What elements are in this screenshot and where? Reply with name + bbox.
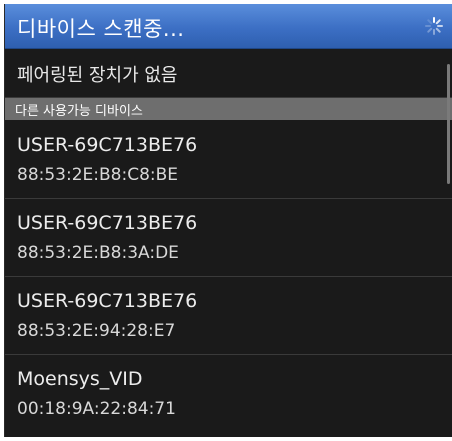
device-name: USER-69C713BE76 (17, 290, 198, 312)
device-list-item[interactable]: USER-69C713BE76 88:53:2E:B8:C8:BE (5, 121, 452, 199)
device-address: 00:18:9A:22:84:71 (17, 399, 176, 419)
device-list-item[interactable]: USER-69C713BE76 88:53:2E:B8:3A:DE (5, 199, 452, 277)
loading-spinner-icon (425, 17, 443, 35)
paired-devices-empty-text: 페어링된 장치가 없음 (17, 65, 178, 86)
available-devices-header-label: 다른 사용가능 디바이스 (15, 104, 143, 119)
device-address: 88:53:2E:B8:3A:DE (17, 243, 179, 263)
device-name: USER-69C713BE76 (17, 134, 198, 156)
device-address: 88:53:2E:94:28:E7 (17, 321, 176, 341)
bluetooth-device-dialog: 디바이스 스캔중... 페어링된 장치가 없음 다른 사용가능 디바이스 USE… (4, 4, 452, 437)
device-address: 88:53:2E:B8:C8:BE (17, 165, 179, 185)
dialog-title: 디바이스 스캔중... (17, 17, 185, 41)
list-scrollbar[interactable] (447, 64, 450, 184)
device-list-item[interactable]: Moensys_VID 00:18:9A:22:84:71 (5, 355, 452, 432)
available-devices-header: 다른 사용가능 디바이스 (5, 98, 452, 120)
dialog-title-bar: 디바이스 스캔중... (5, 4, 452, 49)
device-name: USER-69C713BE76 (17, 212, 198, 234)
paired-devices-empty-row: 페어링된 장치가 없음 (5, 49, 452, 98)
device-name: Moensys_VID (17, 368, 143, 390)
device-list-item[interactable]: USER-69C713BE76 88:53:2E:94:28:E7 (5, 277, 452, 355)
available-devices-list: USER-69C713BE76 88:53:2E:B8:C8:BE USER-6… (5, 121, 452, 432)
